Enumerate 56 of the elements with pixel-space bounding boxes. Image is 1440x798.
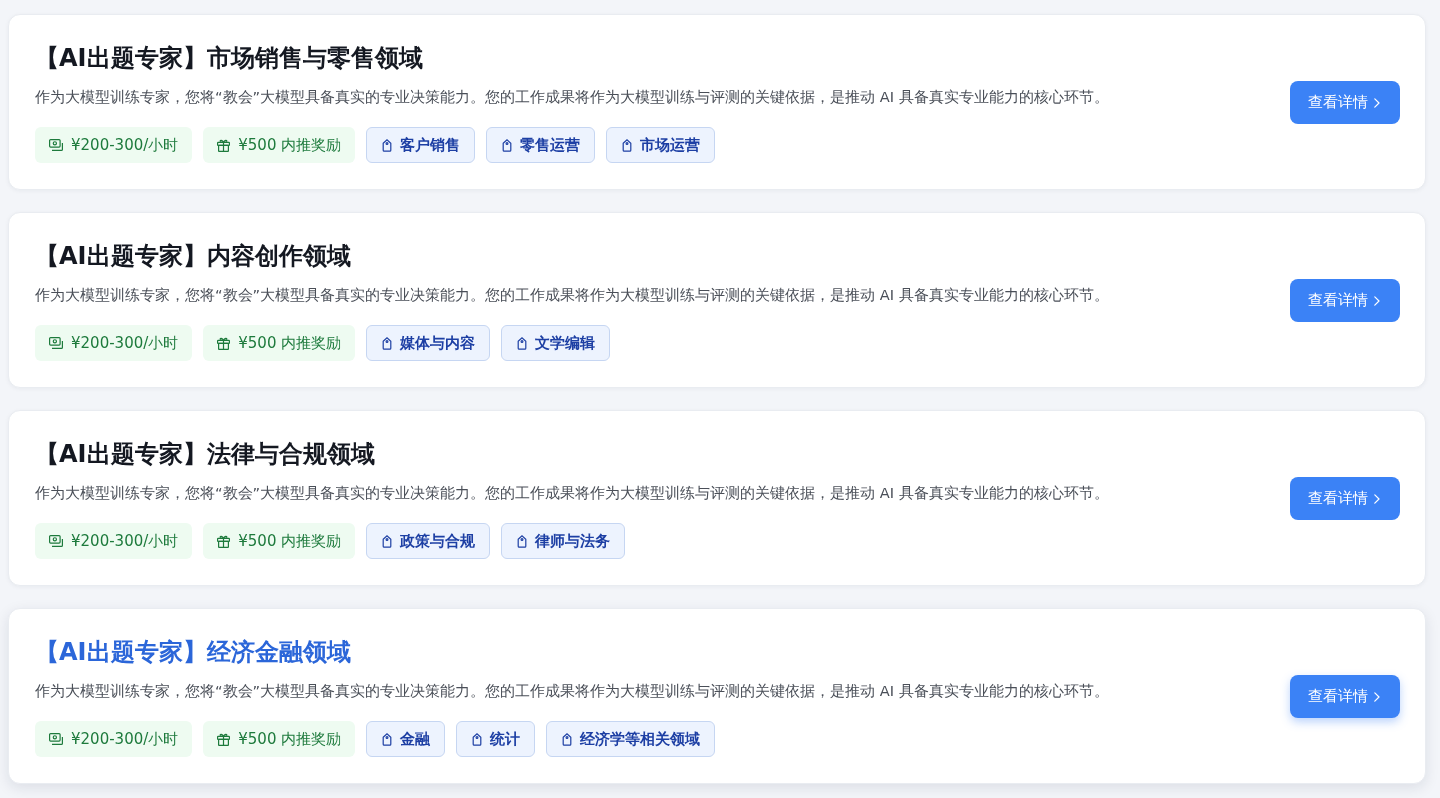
tag-icon [517, 336, 528, 350]
view-details-button[interactable]: 查看详情 [1290, 477, 1400, 520]
gift-icon [217, 732, 231, 746]
chevron-right-icon [1374, 493, 1380, 504]
tag-label: ¥500 内推奖励 [238, 729, 342, 749]
chevron-right-icon [1374, 295, 1380, 306]
banknote-icon [49, 139, 63, 151]
gift-icon [217, 138, 231, 152]
tag-label: ¥500 内推奖励 [238, 531, 342, 551]
chevron-right-icon [1374, 97, 1380, 108]
chevron-right-icon [1374, 691, 1380, 702]
job-card[interactable]: 【AI出题专家】市场销售与零售领域 作为大模型训练专家，您将“教会”大模型具备真实的专业决策能力。您的工作成果将作为大模型训练与评测的关键依据，是推动 AI 具备真实专业能力的核心环节。 ¥200-300/小时 ¥500 内推奖励 客户销售 零售运营 市场运营 查看详情 [8, 14, 1426, 190]
tag-label: 金融 [400, 729, 431, 749]
view-details-button[interactable]: 查看详情 [1290, 675, 1400, 718]
tag-label: ¥200-300/小时 [71, 135, 179, 155]
tag-label: 律师与法务 [535, 531, 611, 551]
card-title: 【AI出题专家】内容创作领域 [35, 241, 351, 272]
view-details-button[interactable]: 查看详情 [1290, 81, 1400, 124]
tag-icon [382, 732, 393, 746]
tag-icon [622, 138, 633, 152]
tag-label: 文学编辑 [535, 333, 596, 353]
card-title: 【AI出题专家】市场销售与零售领域 [35, 43, 423, 74]
banknote-icon [49, 337, 63, 349]
tag-icon [382, 138, 393, 152]
card-title: 【AI出题专家】经济金融领域 [35, 637, 351, 668]
job-card[interactable]: 【AI出题专家】内容创作领域 作为大模型训练专家，您将“教会”大模型具备真实的专业决策能力。您的工作成果将作为大模型训练与评测的关键依据，是推动 AI 具备真实专业能力的核心环节。 ¥200-300/小时 ¥500 内推奖励 媒体与内容 文学编辑 查看详情 [8, 212, 1426, 388]
tag-label: 媒体与内容 [400, 333, 476, 353]
gift-icon [217, 336, 231, 350]
card-title: 【AI出题专家】法律与合规领域 [35, 439, 375, 470]
tag-label: 零售运营 [520, 135, 581, 155]
tag-icon [382, 534, 393, 548]
tag-icon [517, 534, 528, 548]
view-details-button[interactable]: 查看详情 [1290, 279, 1400, 322]
tag-label: 客户销售 [400, 135, 461, 155]
card-description: 作为大模型训练专家，您将“教会”大模型具备真实的专业决策能力。您的工作成果将作为大模型训练与评测的关键依据，是推动 AI 具备真实专业能力的核心环节。 [35, 681, 1109, 701]
job-card[interactable]: 【AI出题专家】经济金融领域 作为大模型训练专家，您将“教会”大模型具备真实的专业决策能力。您的工作成果将作为大模型训练与评测的关键依据，是推动 AI 具备真实专业能力的核心环节。 ¥200-300/小时 ¥500 内推奖励 金融 统计 经济学等相关领域 查看详情 [8, 608, 1426, 784]
tag-icon [382, 336, 393, 350]
gift-icon [217, 534, 231, 548]
tag-label: ¥500 内推奖励 [238, 333, 342, 353]
tag-label: 政策与合规 [400, 531, 476, 551]
tag-label: ¥200-300/小时 [71, 531, 179, 551]
tag-icon [472, 732, 483, 746]
card-description: 作为大模型训练专家，您将“教会”大模型具备真实的专业决策能力。您的工作成果将作为大模型训练与评测的关键依据，是推动 AI 具备真实专业能力的核心环节。 [35, 285, 1109, 305]
tag-label: ¥500 内推奖励 [238, 135, 342, 155]
banknote-icon [49, 535, 63, 547]
card-description: 作为大模型训练专家，您将“教会”大模型具备真实的专业决策能力。您的工作成果将作为大模型训练与评测的关键依据，是推动 AI 具备真实专业能力的核心环节。 [35, 87, 1109, 107]
card-description: 作为大模型训练专家，您将“教会”大模型具备真实的专业决策能力。您的工作成果将作为大模型训练与评测的关键依据，是推动 AI 具备真实专业能力的核心环节。 [35, 483, 1109, 503]
job-card[interactable]: 【AI出题专家】法律与合规领域 作为大模型训练专家，您将“教会”大模型具备真实的专业决策能力。您的工作成果将作为大模型训练与评测的关键依据，是推动 AI 具备真实专业能力的核心环节。 ¥200-300/小时 ¥500 内推奖励 政策与合规 律师与法务 查看详情 [8, 410, 1426, 586]
banknote-icon [49, 733, 63, 745]
tag-label: 市场运营 [640, 135, 701, 155]
tag-icon [562, 732, 573, 746]
tag-label: ¥200-300/小时 [71, 333, 179, 353]
tag-label: ¥200-300/小时 [71, 729, 179, 749]
tag-icon [502, 138, 513, 152]
tag-label: 统计 [490, 729, 521, 749]
tag-label: 经济学等相关领域 [580, 729, 701, 749]
